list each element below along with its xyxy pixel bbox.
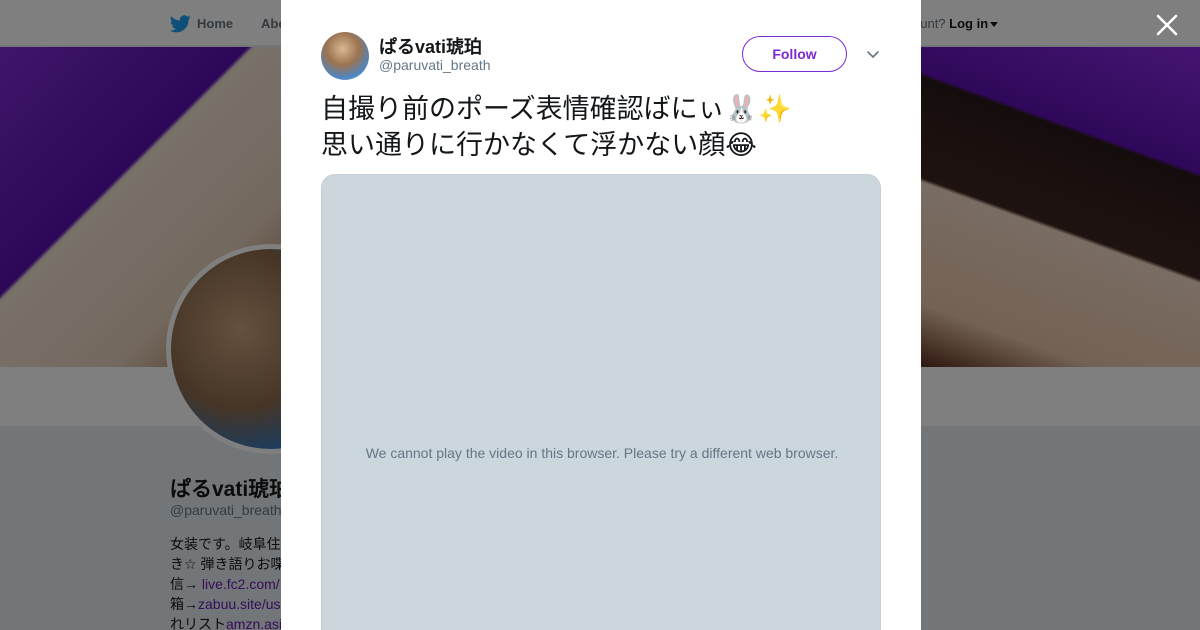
tweet-modal: ぱるvati琥珀 @paruvati_breath Follow 自撮り前のポー… [281,0,921,630]
chevron-down-icon[interactable] [865,46,881,62]
video-error-message: We cannot play the video in this browser… [365,445,839,461]
tweet-text-line: 自撮り前のポーズ表情確認ばにぃ🐰✨ [321,94,792,125]
follow-button[interactable]: Follow [742,36,847,72]
tweet-author-handle[interactable]: @paruvati_breath [379,57,491,73]
close-icon[interactable] [1154,12,1180,38]
tweet-author-avatar[interactable] [321,32,369,80]
video-player[interactable]: We cannot play the video in this browser… [321,174,881,630]
tweet-author-name[interactable]: ぱるvati琥珀 [379,33,482,59]
tweet-text-line: 思い通りに行かなくて浮かない顔😂 [321,130,757,161]
tweet-text: 自撮り前のポーズ表情確認ばにぃ🐰✨ 思い通りに行かなくて浮かない顔😂 [321,92,881,164]
